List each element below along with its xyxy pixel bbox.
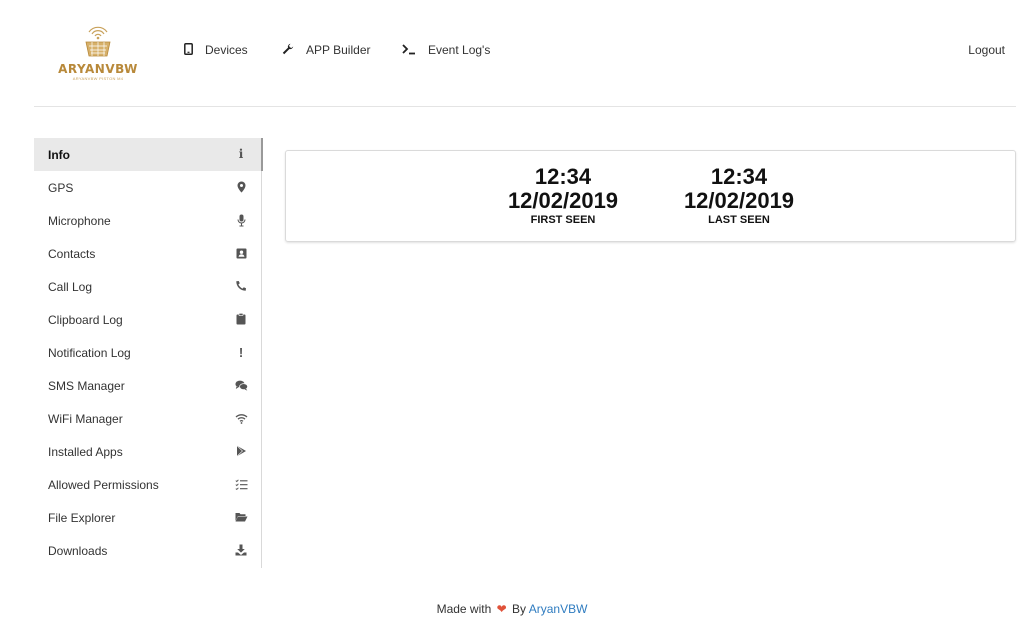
sidebar-item-label: Clipboard Log <box>48 312 123 327</box>
sidebar-item-info[interactable]: Info i <box>34 138 263 171</box>
sidebar-item-label: Contacts <box>48 246 96 261</box>
nav-app-builder-label: APP Builder <box>306 43 371 57</box>
footer-made-with: Made with <box>436 602 492 616</box>
microphone-icon <box>234 213 248 227</box>
sidebar-item-label: WiFi Manager <box>48 411 123 426</box>
nav-event-log-label: Event Log's <box>428 43 491 57</box>
nav-app-builder[interactable]: APP Builder <box>282 41 370 59</box>
sidebar-item-label: Downloads <box>48 543 108 558</box>
last-seen-time: 12:34 <box>710 164 768 189</box>
header-divider <box>34 106 1016 107</box>
sidebar-item-call-log[interactable]: Call Log <box>34 270 262 303</box>
sidebar-item-label: GPS <box>48 180 74 195</box>
play-store-icon <box>234 444 248 458</box>
brand-name: ARYANVBW <box>58 62 138 76</box>
sidebar-item-microphone[interactable]: Microphone <box>34 204 262 237</box>
sidebar-item-gps[interactable]: GPS <box>34 171 262 204</box>
sidebar-item-contacts[interactable]: Contacts <box>34 237 262 270</box>
footer-author-link[interactable]: AryanVBW <box>529 602 588 616</box>
wrench-icon <box>282 43 294 58</box>
top-navbar: ARYANVBW ARYANVBW PISTON M4 Devices APP … <box>0 0 1024 106</box>
first-seen-label: FIRST SEEN <box>530 214 596 226</box>
sidebar-item-downloads[interactable]: Downloads <box>34 534 262 567</box>
contact-card-icon <box>234 246 248 260</box>
clipboard-icon <box>234 312 248 326</box>
heart-icon: ❤ <box>496 602 507 616</box>
last-seen-date: 12/02/2019 <box>683 188 795 213</box>
terminal-icon <box>402 43 416 58</box>
sidebar-item-label: File Explorer <box>48 510 116 525</box>
download-icon <box>234 543 248 557</box>
sidebar-item-file-explorer[interactable]: File Explorer <box>34 501 262 534</box>
info-icon: i <box>238 147 244 161</box>
exclamation-icon: ! <box>238 344 244 360</box>
sidebar-item-wifi-manager[interactable]: WiFi Manager <box>34 402 262 435</box>
sidebar-menu: Info i GPS Microphone Contacts Call Log … <box>34 138 263 568</box>
sidebar-item-label: Info <box>48 147 70 162</box>
last-seen-stat: 12:34 12/02/2019 LAST SEEN <box>659 164 819 227</box>
footer-by: By <box>512 602 527 616</box>
first-seen-stat: 12:34 12/02/2019 FIRST SEEN <box>483 164 643 227</box>
nav-devices[interactable]: Devices <box>184 41 248 59</box>
sidebar-item-allowed-permissions[interactable]: Allowed Permissions <box>34 468 262 501</box>
sidebar-item-clipboard-log[interactable]: Clipboard Log <box>34 303 262 336</box>
logout-link[interactable]: Logout <box>968 43 1005 57</box>
sidebar-item-label: Call Log <box>48 279 93 294</box>
mobile-phone-icon <box>184 42 193 58</box>
map-marker-icon <box>234 180 248 194</box>
sidebar-item-label: Installed Apps <box>48 444 123 459</box>
sidebar-item-label: Allowed Permissions <box>48 477 159 492</box>
brand-logo[interactable]: ARYANVBW ARYANVBW PISTON M4 <box>52 20 144 86</box>
chat-icon <box>234 378 248 392</box>
wifi-icon <box>234 411 248 425</box>
last-seen-label: LAST SEEN <box>708 214 770 226</box>
checklist-icon <box>234 477 248 491</box>
sidebar-item-sms-manager[interactable]: SMS Manager <box>34 369 262 402</box>
globe-logo-icon <box>85 26 111 57</box>
active-indicator <box>261 138 263 171</box>
sidebar-item-label: Microphone <box>48 213 111 228</box>
sidebar-item-label: SMS Manager <box>48 378 125 393</box>
footer: Made with ❤ By AryanVBW <box>0 602 1024 616</box>
device-info-card: 12:34 12/02/2019 FIRST SEEN 12:34 12/02/… <box>285 150 1016 242</box>
brand-tagline: ARYANVBW PISTON M4 <box>72 76 124 81</box>
phone-icon <box>234 279 248 293</box>
sidebar-item-installed-apps[interactable]: Installed Apps <box>34 435 262 468</box>
sidebar-item-label: Notification Log <box>48 345 131 360</box>
first-seen-time: 12:34 <box>534 164 592 189</box>
nav-devices-label: Devices <box>205 43 248 57</box>
first-seen-date: 12/02/2019 <box>507 188 619 213</box>
folder-open-icon <box>234 510 248 524</box>
sidebar-item-notification-log[interactable]: Notification Log ! <box>34 336 262 369</box>
nav-event-log[interactable]: Event Log's <box>402 41 490 59</box>
